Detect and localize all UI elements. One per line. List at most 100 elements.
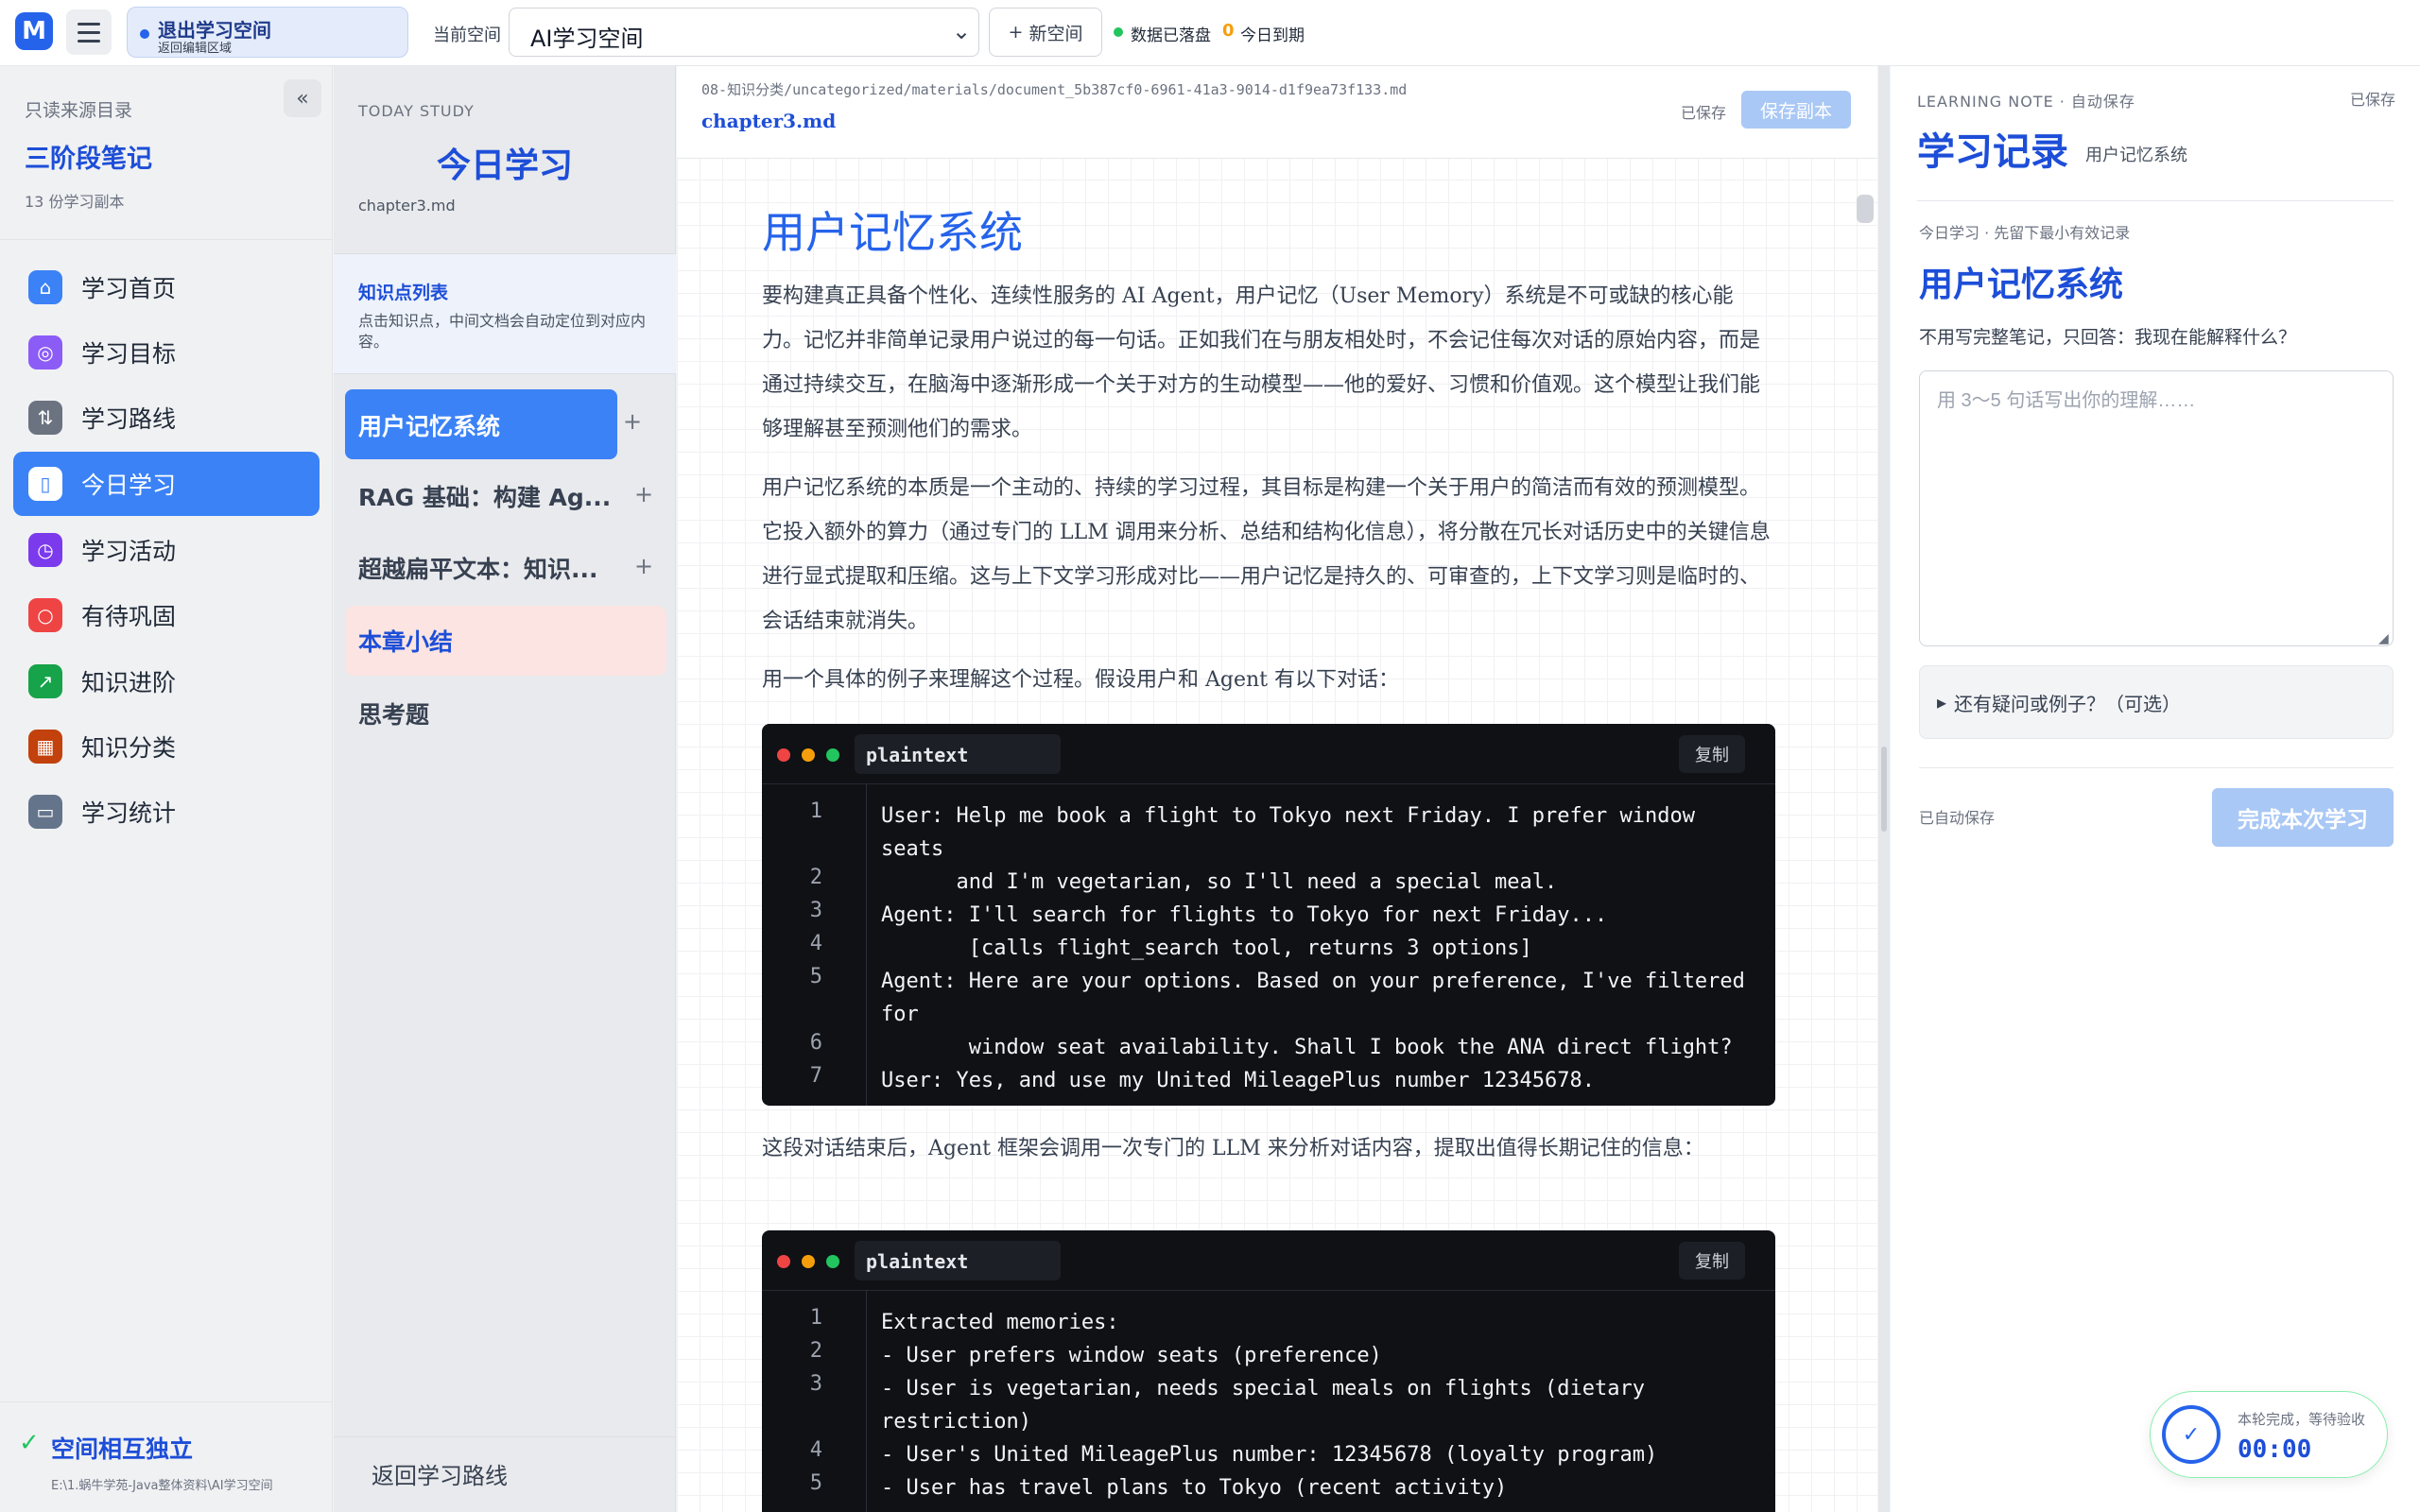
sidebar-item-activity[interactable]: ◷ 学习活动 [13,518,320,582]
document-file-name: chapter3.md [701,110,837,132]
questions-expander[interactable]: ▸ 还有疑问或例子？（可选） [1919,665,2394,739]
chevron-down-icon: ⌄ [952,18,972,44]
sidebar-item-categories[interactable]: ▦ 知识分类 [13,714,320,779]
understanding-textarea[interactable] [1919,370,2394,646]
knowledge-point-item[interactable]: 思考题 [345,679,666,748]
knowledge-point-label: 思考题 [358,701,430,729]
top-bar: M 退出学习空间 返回编辑区域 当前空间 AI学习空间 ⌄ + 新空间 数据已落… [0,0,2420,66]
due-count: 0 [1222,21,1235,41]
knowledge-point-item-summary[interactable]: 本章小结 [345,606,666,676]
sidebar: 只读来源目录 « 三阶段笔记 13 份学习副本 ⌂ 学习首页 ◎ 学习目标 ⇅ … [0,66,333,1512]
today-file-name: chapter3.md [358,197,456,215]
sidebar-item-advance[interactable]: ↗ 知识进阶 [13,649,320,713]
line-number: 3 [809,899,822,922]
save-copy-button[interactable]: 保存副本 [1741,91,1851,129]
route-icon: ⇅ [28,401,62,435]
code-gutter [866,784,867,1106]
code-line: and I'm vegetarian, so I'll need a speci… [881,870,1558,894]
document-paragraph: 这段对话结束后，Agent 框架会调用一次专门的 LLM 来分析对话内容，提取出… [762,1137,1704,1160]
window-dot-icon [777,1255,790,1268]
code-line: - User is vegetarian, needs special meal… [881,1377,1658,1434]
document-saved-status: 已保存 [1681,104,1727,122]
code-line: - User has travel plans to Tokyo (recent… [881,1476,1508,1500]
line-number: 2 [809,1339,822,1363]
sidebar-item-label: 知识进阶 [81,669,177,696]
due-label: 今日到期 [1240,26,1305,45]
app-logo: M [15,12,53,50]
back-to-route-button[interactable]: 返回学习路线 [372,1457,508,1490]
code-language: plaintext [855,1241,1061,1280]
code-line: - User prefers window seats (preference) [881,1344,1382,1367]
search-icon: ○ [28,598,62,632]
window-dot-icon [802,748,815,762]
new-space-label: 新空间 [1028,23,1083,44]
knowledge-list-title: 知识点列表 [358,283,449,303]
sidebar-item-label: 学习目标 [81,340,177,368]
notebook-title[interactable]: 三阶段笔记 [25,138,152,175]
plus-icon[interactable]: + [634,481,653,507]
code-block: plaintext 复制 1 User: Help me book a flig… [762,724,1775,1106]
plus-icon[interactable]: + [623,408,642,435]
current-space-label: 当前空间 [433,26,501,45]
sidebar-item-stats[interactable]: ▭ 学习统计 [13,780,320,844]
today-footer-divider [334,1436,676,1437]
code-block-header: plaintext 复制 [762,1230,1775,1291]
code-line: Agent: Here are your options. Based on y… [881,970,1758,1026]
notebook-count: 13 份学习副本 [25,193,125,211]
window-dot-icon [802,1255,815,1268]
knowledge-point-item[interactable]: RAG 基础：构建 Ag... + [345,461,666,531]
resize-handle[interactable] [1881,747,1887,832]
questions-expander-label: 还有疑问或例子？（可选） [1954,692,2182,715]
code-line: window seat availability. Shall I book t… [881,1036,1733,1059]
learning-note-title: 学习记录 [1917,130,2068,174]
code-line: Agent: I'll search for flights to Tokyo … [881,903,1608,927]
learning-note-subtitle: 用户记忆系统 [2085,146,2187,165]
sidebar-item-label: 学习活动 [81,538,177,565]
copy-button[interactable]: 复制 [1679,735,1745,773]
finish-study-button[interactable]: 完成本次学习 [2212,788,2394,847]
window-dot-icon [777,748,790,762]
sidebar-item-review[interactable]: ○ 有待巩固 [13,583,320,647]
document-heading: 用户记忆系统 [762,207,1023,258]
sidebar-item-today[interactable]: ▯ 今日学习 [13,452,320,516]
learning-note-saved: 已保存 [2350,91,2396,109]
exit-study-space-sublabel: 返回编辑区域 [158,42,233,56]
sidebar-item-label: 学习统计 [81,799,177,827]
knowledge-point-label: RAG 基础：构建 Ag... [358,484,612,511]
learning-note-topic: 用户记忆系统 [1919,266,2124,304]
collapse-sidebar-icon[interactable]: « [284,79,321,117]
code-line: [calls flight_search tool, returns 3 opt… [881,936,1532,960]
copy-button[interactable]: 复制 [1679,1242,1745,1280]
autosaved-status: 已自动保存 [1919,809,1996,827]
timer-time: 00:00 [2238,1435,2312,1464]
triangle-right-icon: ▸ [1937,691,1947,713]
book-icon: ▯ [28,467,62,501]
sidebar-item-home[interactable]: ⌂ 学习首页 [13,255,320,319]
new-space-button[interactable]: + 新空间 [989,8,1102,57]
line-number: 6 [809,1031,822,1055]
knowledge-point-item-active[interactable]: 用户记忆系统 [345,389,617,459]
sidebar-item-label: 学习首页 [81,275,177,302]
learning-note-kicker: LEARNING NOTE · 自动保存 [1917,93,2135,111]
space-select[interactable]: AI学习空间 ⌄ [509,8,979,57]
code-line: User: Yes, and use my United MileagePlus… [881,1069,1595,1092]
document-scrollbar[interactable] [1857,195,1874,223]
study-timer[interactable]: ✓ 本轮完成，等待验收 00:00 [2150,1391,2388,1478]
document-paragraph: 用户记忆系统的本质是一个主动的、持续的学习过程，其目标是构建一个关于用户的简洁而… [762,476,1771,633]
exit-study-space-button[interactable]: 退出学习空间 返回编辑区域 [127,7,408,58]
notes-divider [1917,200,2394,201]
line-number: 4 [809,1438,822,1462]
code-language: plaintext [855,734,1061,774]
menu-icon[interactable] [66,9,112,55]
plus-icon[interactable]: + [634,553,653,579]
learning-note-question: 不用写完整笔记，只回答：我现在能解释什么？ [1919,327,2297,348]
sidebar-item-goals[interactable]: ◎ 学习目标 [13,320,320,385]
knowledge-point-item[interactable]: 超越扁平文本：知识... + [345,533,666,603]
notes-divider [1919,767,2394,768]
resize-grip-icon[interactable]: ◢ [2378,631,2389,646]
document-paragraph: 用一个具体的例子来理解这个过程。假设用户和 Agent 有以下对话： [762,668,1399,692]
sidebar-item-label: 今日学习 [81,472,177,499]
window-dot-icon [826,1255,839,1268]
knowledge-point-label: 超越扁平文本：知识... [358,556,598,583]
sidebar-item-route[interactable]: ⇅ 学习路线 [13,386,320,450]
